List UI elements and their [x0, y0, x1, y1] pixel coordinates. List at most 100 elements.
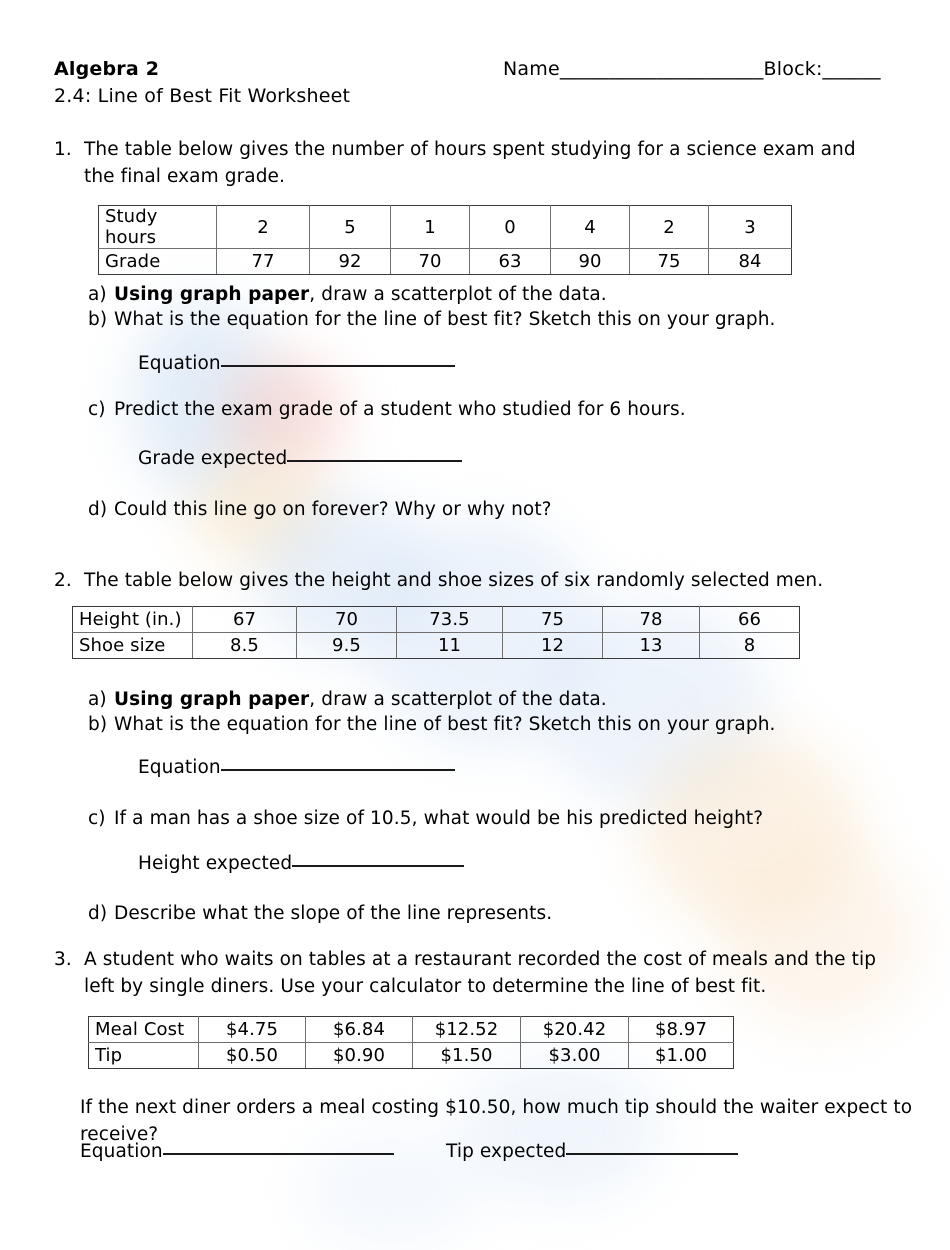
equation-label: Equation — [80, 1141, 163, 1162]
question-1-predict-answer[interactable]: Grade expected — [138, 448, 463, 469]
question-1-text: The table below gives the number of hour… — [84, 139, 856, 187]
equation-label: Equation — [138, 353, 221, 374]
cell: 90 — [550, 248, 630, 275]
question-2-part-b: b) What is the equation for the line of … — [88, 711, 848, 738]
cell: $6.84 — [305, 1016, 413, 1043]
cell: 73.5 — [396, 606, 503, 633]
part-text: What is the equation for the line of bes… — [114, 714, 776, 735]
question-3-text: A student who waits on tables at a resta… — [84, 949, 877, 997]
name-block-field[interactable]: Name_____________________Block:______ — [503, 58, 881, 80]
cell: 77 — [216, 248, 310, 275]
cell: $8.97 — [628, 1016, 734, 1043]
row-label: Grade — [98, 248, 217, 275]
part-text: Describe what the slope of the line repr… — [114, 903, 553, 924]
answer-blank[interactable] — [292, 865, 465, 867]
question-3-prompt: 3. A student who waits on tables at a re… — [54, 946, 894, 1000]
question-1-part-b: b) What is the equation for the line of … — [88, 306, 848, 333]
question-3-table-wrap: Meal Cost $4.75 $6.84 $12.52 $20.42 $8.9… — [88, 1016, 734, 1069]
cell: $3.00 — [520, 1042, 629, 1069]
cell: 66 — [699, 606, 800, 633]
equation-label: Equation — [138, 757, 221, 778]
answer-blank[interactable] — [220, 769, 455, 771]
cell: $0.90 — [305, 1042, 413, 1069]
question-2-part-c: c) If a man has a shoe size of 10.5, wha… — [88, 805, 848, 832]
cell: 13 — [602, 632, 700, 659]
row-label: Meal Cost — [88, 1016, 199, 1043]
question-2-text: The table below gives the height and sho… — [84, 570, 824, 591]
question-1-prompt: 1. The table below gives the number of h… — [54, 136, 884, 190]
part-text: Predict the exam grade of a student who … — [114, 399, 686, 420]
cell: 1 — [390, 205, 470, 249]
cell: 75 — [502, 606, 603, 633]
height-expected-label: Height expected — [138, 853, 293, 874]
cell: $0.50 — [198, 1042, 306, 1069]
cell: $1.50 — [412, 1042, 521, 1069]
question-1-part-d: d) Could this line go on forever? Why or… — [88, 496, 848, 523]
part-label: a) — [88, 689, 107, 710]
cell: 67 — [192, 606, 297, 633]
row-label: Height (in.) — [72, 606, 193, 633]
cell: 3 — [708, 205, 792, 249]
part-text: , draw a scatterplot of the data. — [309, 284, 607, 305]
grade-expected-label: Grade expected — [138, 448, 288, 469]
cell: $12.52 — [412, 1016, 521, 1043]
part-label: c) — [88, 399, 106, 420]
cell: 2 — [629, 205, 709, 249]
question-3-equation-answer[interactable]: Equation — [80, 1141, 394, 1162]
question-1-part-c: c) Predict the exam grade of a student w… — [88, 396, 848, 423]
question-2-part-d: d) Describe what the slope of the line r… — [88, 900, 848, 927]
question-3-predict-answer[interactable]: Tip expected — [446, 1141, 739, 1162]
cell: 70 — [296, 606, 397, 633]
cell: 4 — [550, 205, 630, 249]
question-2-number: 2. — [54, 570, 72, 591]
answer-blank[interactable] — [162, 1153, 394, 1155]
cell: 0 — [469, 205, 551, 249]
question-3-number: 3. — [54, 949, 72, 970]
question-1-table-wrap: Study hours 2 5 1 0 4 2 3 Grade 77 92 70… — [98, 205, 792, 275]
cell: 8 — [699, 632, 800, 659]
cell: 12 — [502, 632, 603, 659]
row-label: Study hours — [98, 205, 217, 249]
question-2-part-a: a) Using graph paper, draw a scatterplot… — [88, 686, 848, 713]
cell: 84 — [708, 248, 792, 275]
cell: 70 — [390, 248, 470, 275]
table-row: Study hours 2 5 1 0 4 2 3 — [98, 205, 792, 249]
question-1-equation-answer[interactable]: Equation — [138, 353, 455, 374]
part-label: c) — [88, 808, 106, 829]
cell: 75 — [629, 248, 709, 275]
part-label: d) — [88, 903, 108, 924]
cell: 78 — [602, 606, 700, 633]
part-text: Could this line go on forever? Why or wh… — [114, 499, 552, 520]
cell: $4.75 — [198, 1016, 306, 1043]
question-2-table-wrap: Height (in.) 67 70 73.5 75 78 66 Shoe si… — [72, 606, 800, 659]
answer-blank[interactable] — [287, 460, 463, 462]
question-1-number: 1. — [54, 139, 72, 160]
height-shoe-table: Height (in.) 67 70 73.5 75 78 66 Shoe si… — [72, 606, 800, 659]
part-label: b) — [88, 714, 108, 735]
worksheet-title: 2.4: Line of Best Fit Worksheet — [54, 85, 351, 107]
cell: 92 — [309, 248, 391, 275]
cell: 8.5 — [192, 632, 297, 659]
cell: 63 — [469, 248, 551, 275]
answer-blank[interactable] — [566, 1153, 739, 1155]
question-3-closing-prompt: If the next diner orders a meal costing … — [80, 1097, 913, 1145]
cell: 11 — [396, 632, 503, 659]
part-bold-lead: Using graph paper — [114, 689, 310, 710]
cell: 9.5 — [296, 632, 397, 659]
table-row: Height (in.) 67 70 73.5 75 78 66 — [72, 606, 800, 633]
table-row: Shoe size 8.5 9.5 11 12 13 8 — [72, 632, 800, 659]
cell: 2 — [216, 205, 310, 249]
part-text: If a man has a shoe size of 10.5, what w… — [114, 808, 764, 829]
part-label: a) — [88, 284, 107, 305]
row-label: Shoe size — [72, 632, 193, 659]
question-2-equation-answer[interactable]: Equation — [138, 757, 455, 778]
part-text: , draw a scatterplot of the data. — [309, 689, 607, 710]
cell: 5 — [309, 205, 391, 249]
study-hours-table: Study hours 2 5 1 0 4 2 3 Grade 77 92 70… — [98, 205, 792, 275]
question-2-prompt: 2. The table below gives the height and … — [54, 567, 884, 594]
question-2-predict-answer[interactable]: Height expected — [138, 853, 465, 874]
part-text: What is the equation for the line of bes… — [114, 309, 776, 330]
answer-blank[interactable] — [220, 365, 455, 367]
cell: $1.00 — [628, 1042, 734, 1069]
cell: $20.42 — [520, 1016, 629, 1043]
